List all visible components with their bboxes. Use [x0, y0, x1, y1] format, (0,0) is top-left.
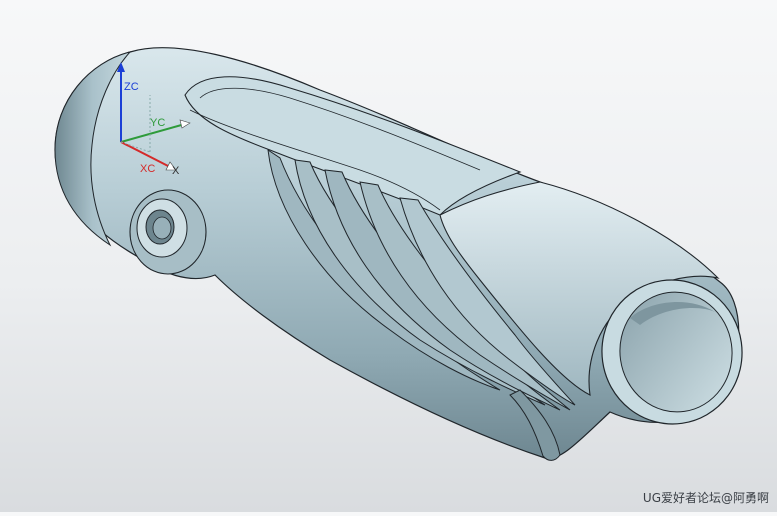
watermark: UG爱好者论坛@阿勇啊 — [642, 491, 769, 505]
model-canvas[interactable]: ZC YC XC X — [0, 0, 777, 512]
graphics-viewport[interactable]: ZC YC XC X — [0, 0, 777, 512]
xc-label: XC — [140, 163, 155, 175]
bolt-hole-inner — [152, 216, 172, 240]
zc-label: ZC — [124, 81, 139, 93]
x-label: X — [172, 165, 180, 177]
yc-label: YC — [150, 117, 165, 129]
